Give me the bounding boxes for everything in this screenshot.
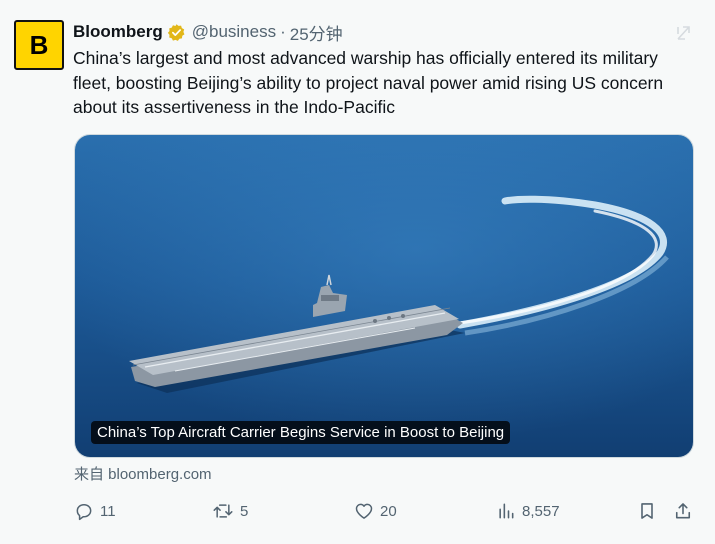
- author-handle[interactable]: @business: [192, 22, 276, 42]
- tweet-media[interactable]: China’s Top Aircraft Carrier Begins Serv…: [74, 134, 694, 458]
- action-bar: 11 5 20 8,557: [66, 496, 706, 526]
- reply-icon: [74, 501, 94, 521]
- like-button[interactable]: 20: [354, 496, 397, 526]
- avatar[interactable]: B: [14, 20, 64, 70]
- repost-count: 5: [240, 502, 249, 520]
- verified-badge-icon: [167, 23, 186, 42]
- tweet-header: Bloomberg @business · 25分钟: [73, 20, 343, 44]
- avatar-letter: B: [29, 29, 49, 60]
- repost-icon: [212, 501, 234, 521]
- warship-image: [75, 135, 693, 457]
- views-count: 8,557: [522, 502, 560, 520]
- like-count: 20: [380, 502, 397, 520]
- media-caption[interactable]: China’s Top Aircraft Carrier Begins Serv…: [91, 421, 511, 444]
- grok-icon[interactable]: [673, 22, 695, 44]
- bookmark-icon: [637, 501, 657, 521]
- tweet-text: China’s largest and most advanced warshi…: [73, 48, 664, 117]
- heart-icon: [354, 501, 374, 521]
- source-link[interactable]: 来自 bloomberg.com: [74, 463, 212, 484]
- share-button[interactable]: [673, 496, 693, 526]
- reply-button[interactable]: 11: [74, 496, 116, 526]
- author-name[interactable]: Bloomberg: [73, 22, 163, 42]
- header-separator: ·: [280, 22, 286, 41]
- reply-count: 11: [100, 502, 116, 520]
- repost-button[interactable]: 5: [212, 496, 248, 526]
- views-icon: [496, 501, 516, 521]
- share-icon: [673, 501, 693, 521]
- timestamp[interactable]: 25分钟: [290, 20, 343, 45]
- views-button[interactable]: 8,557: [496, 496, 560, 526]
- bookmark-button[interactable]: [637, 496, 657, 526]
- tweet[interactable]: B Bloomberg @business · 25分钟 China’s lar…: [0, 0, 715, 544]
